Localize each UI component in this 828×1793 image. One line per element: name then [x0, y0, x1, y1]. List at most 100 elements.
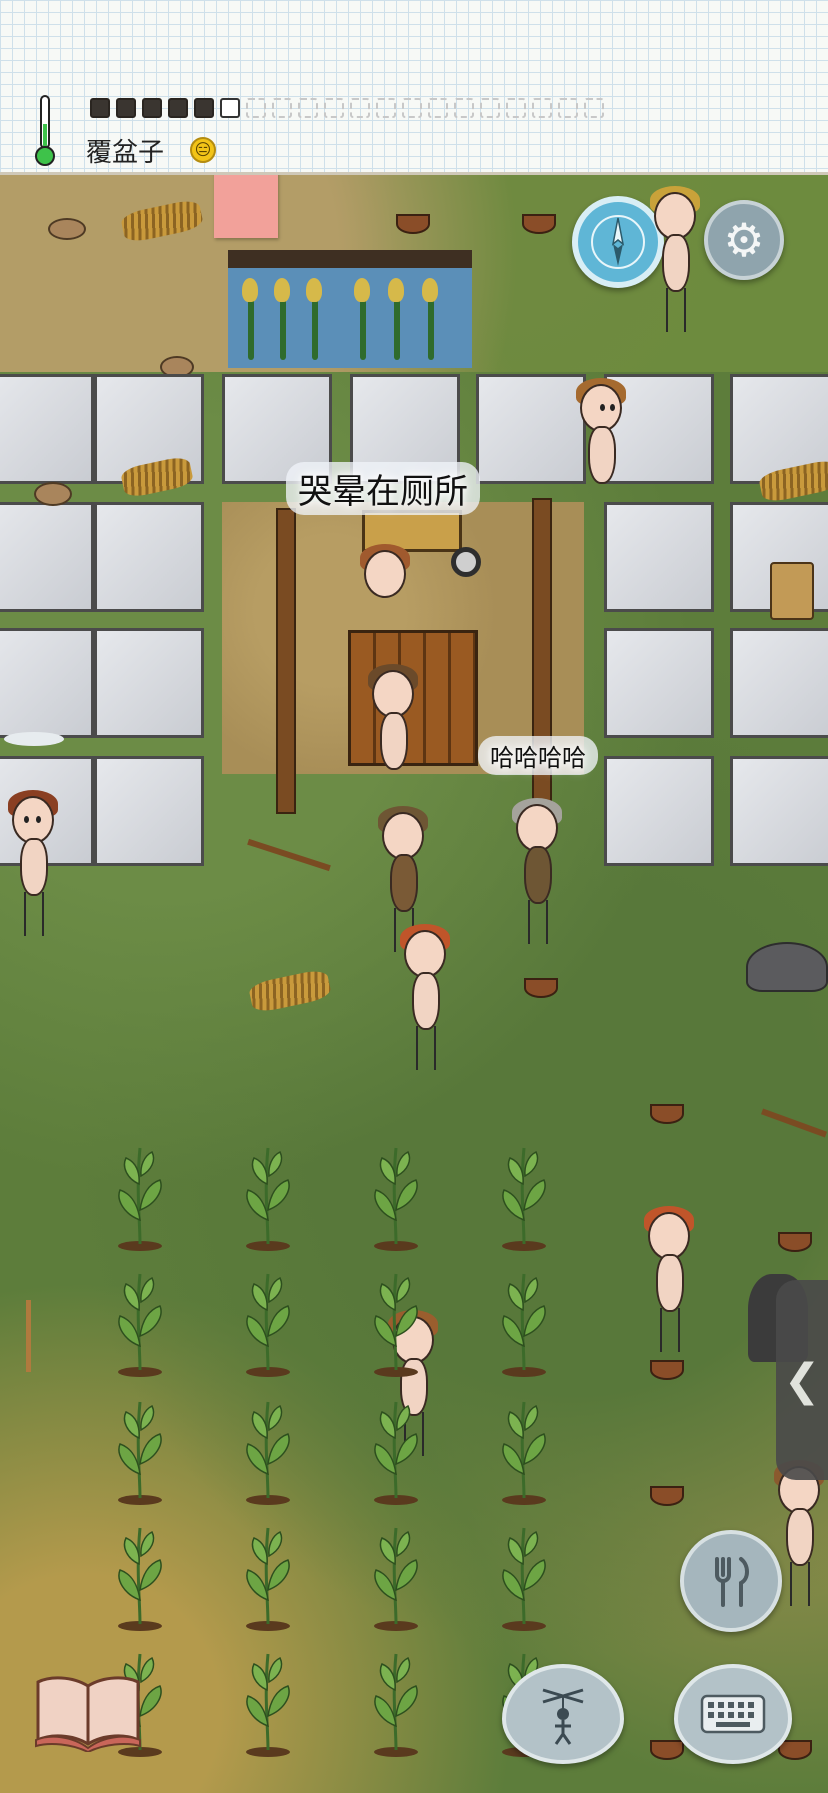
- crop-plant[interactable]: [362, 1646, 430, 1758]
- clay-bowl[interactable]: [522, 214, 556, 234]
- hunger-pip: [532, 98, 552, 118]
- hunger-pip: [558, 98, 578, 118]
- head: [372, 670, 414, 718]
- wheat-plant: [388, 278, 404, 360]
- clay-bowl[interactable]: [650, 1360, 684, 1380]
- clay-bowl[interactable]: [524, 978, 558, 998]
- keyboard-button[interactable]: [674, 1664, 792, 1764]
- hunger-pip: [376, 98, 396, 118]
- crop-plant[interactable]: [234, 1140, 302, 1252]
- floor-tile[interactable]: [730, 628, 828, 738]
- hunger-pip: [480, 98, 500, 118]
- player-character[interactable]: [574, 378, 628, 514]
- chevron-left-icon: ❮: [783, 1354, 821, 1406]
- body: [20, 838, 48, 896]
- player-character[interactable]: [366, 664, 420, 790]
- note-tag[interactable]: [214, 168, 278, 238]
- crop-plant[interactable]: [490, 1520, 558, 1632]
- clay-bowl[interactable]: [778, 1232, 812, 1252]
- status-hud: 覆盆子 😑: [0, 0, 828, 175]
- hunger-pip: [246, 98, 266, 118]
- thermometer-icon: [35, 95, 55, 166]
- head: [404, 930, 446, 978]
- compass-icon: [591, 215, 645, 269]
- wheat-plant: [306, 278, 322, 360]
- hunger-pip: [194, 98, 214, 118]
- legs: [660, 1308, 680, 1352]
- crop-plant[interactable]: [490, 1394, 558, 1506]
- hunger-pip: [428, 98, 448, 118]
- floor-tile[interactable]: [604, 628, 714, 738]
- floor-tile[interactable]: [0, 502, 94, 612]
- stick[interactable]: [26, 1300, 31, 1372]
- legs: [416, 1026, 436, 1070]
- head: [648, 1212, 690, 1260]
- round-stone[interactable]: [34, 482, 72, 506]
- floor-tile[interactable]: [730, 756, 828, 866]
- big-rock[interactable]: [746, 942, 828, 992]
- crop-plant[interactable]: [234, 1646, 302, 1758]
- hunger-pip: [142, 98, 162, 118]
- floor-tile[interactable]: [94, 502, 204, 612]
- crop-plant[interactable]: [234, 1520, 302, 1632]
- hunger-pip: [350, 98, 370, 118]
- fork-knife-icon: [715, 1557, 749, 1607]
- head: [654, 192, 696, 240]
- wheat-plant: [354, 278, 370, 360]
- hunger-pip: [272, 98, 292, 118]
- emote-button[interactable]: [502, 1664, 624, 1764]
- floor-tile[interactable]: [604, 502, 714, 612]
- eat-button[interactable]: [680, 1530, 782, 1632]
- snow-patch: [4, 732, 64, 746]
- legs: [528, 900, 548, 944]
- food-label: 覆盆子: [86, 138, 165, 168]
- crop-plant[interactable]: [490, 1140, 558, 1252]
- floor-tile[interactable]: [94, 756, 204, 866]
- hunger-pip: [402, 98, 422, 118]
- floor-tile[interactable]: [0, 628, 94, 738]
- hunger-pip: [506, 98, 526, 118]
- clay-bowl[interactable]: [650, 1486, 684, 1506]
- round-stone[interactable]: [48, 218, 86, 240]
- floor-tile[interactable]: [94, 628, 204, 738]
- side-panel-tab[interactable]: ❮: [776, 1280, 828, 1480]
- hunger-pip: [454, 98, 474, 118]
- hunger-pip: [584, 98, 604, 118]
- recipe-book-button[interactable]: [32, 1670, 144, 1754]
- hunger-pip: [168, 98, 188, 118]
- player-character[interactable]: [358, 544, 412, 640]
- crop-plant[interactable]: [362, 1520, 430, 1632]
- settings-button[interactable]: ⚙: [704, 200, 784, 280]
- wheat-plant: [242, 278, 258, 360]
- hunger-meter: [90, 98, 604, 118]
- clay-bowl[interactable]: [650, 1740, 684, 1760]
- wheat-pond[interactable]: [228, 250, 472, 368]
- wooden-post[interactable]: [276, 508, 296, 814]
- clay-bowl[interactable]: [778, 1740, 812, 1760]
- crop-plant[interactable]: [362, 1140, 430, 1252]
- floor-tile[interactable]: [604, 756, 714, 866]
- crop-plant[interactable]: [106, 1140, 174, 1252]
- crop-plant[interactable]: [362, 1394, 430, 1506]
- wooden-bucket[interactable]: [770, 562, 814, 620]
- crop-plant[interactable]: [490, 1266, 558, 1378]
- clay-bowl[interactable]: [650, 1104, 684, 1124]
- crop-plant[interactable]: [106, 1266, 174, 1378]
- clay-bowl[interactable]: [396, 214, 430, 234]
- player-character[interactable]: [398, 924, 452, 1080]
- player-character[interactable]: [648, 186, 702, 332]
- player-character[interactable]: [510, 798, 564, 960]
- speech-bubble: 哭晕在厕所: [286, 462, 480, 515]
- crop-plant[interactable]: [106, 1520, 174, 1632]
- head: [580, 384, 622, 432]
- crop-plant[interactable]: [234, 1394, 302, 1506]
- player-character[interactable]: [6, 790, 60, 956]
- crop-plant[interactable]: [362, 1266, 430, 1378]
- keyboard-icon: [700, 1694, 766, 1734]
- crop-plant[interactable]: [106, 1394, 174, 1506]
- player-character[interactable]: [642, 1206, 696, 1352]
- floor-tile[interactable]: [476, 374, 586, 484]
- hunger-pip: [90, 98, 110, 118]
- crop-plant[interactable]: [234, 1266, 302, 1378]
- floor-tile[interactable]: [0, 374, 94, 484]
